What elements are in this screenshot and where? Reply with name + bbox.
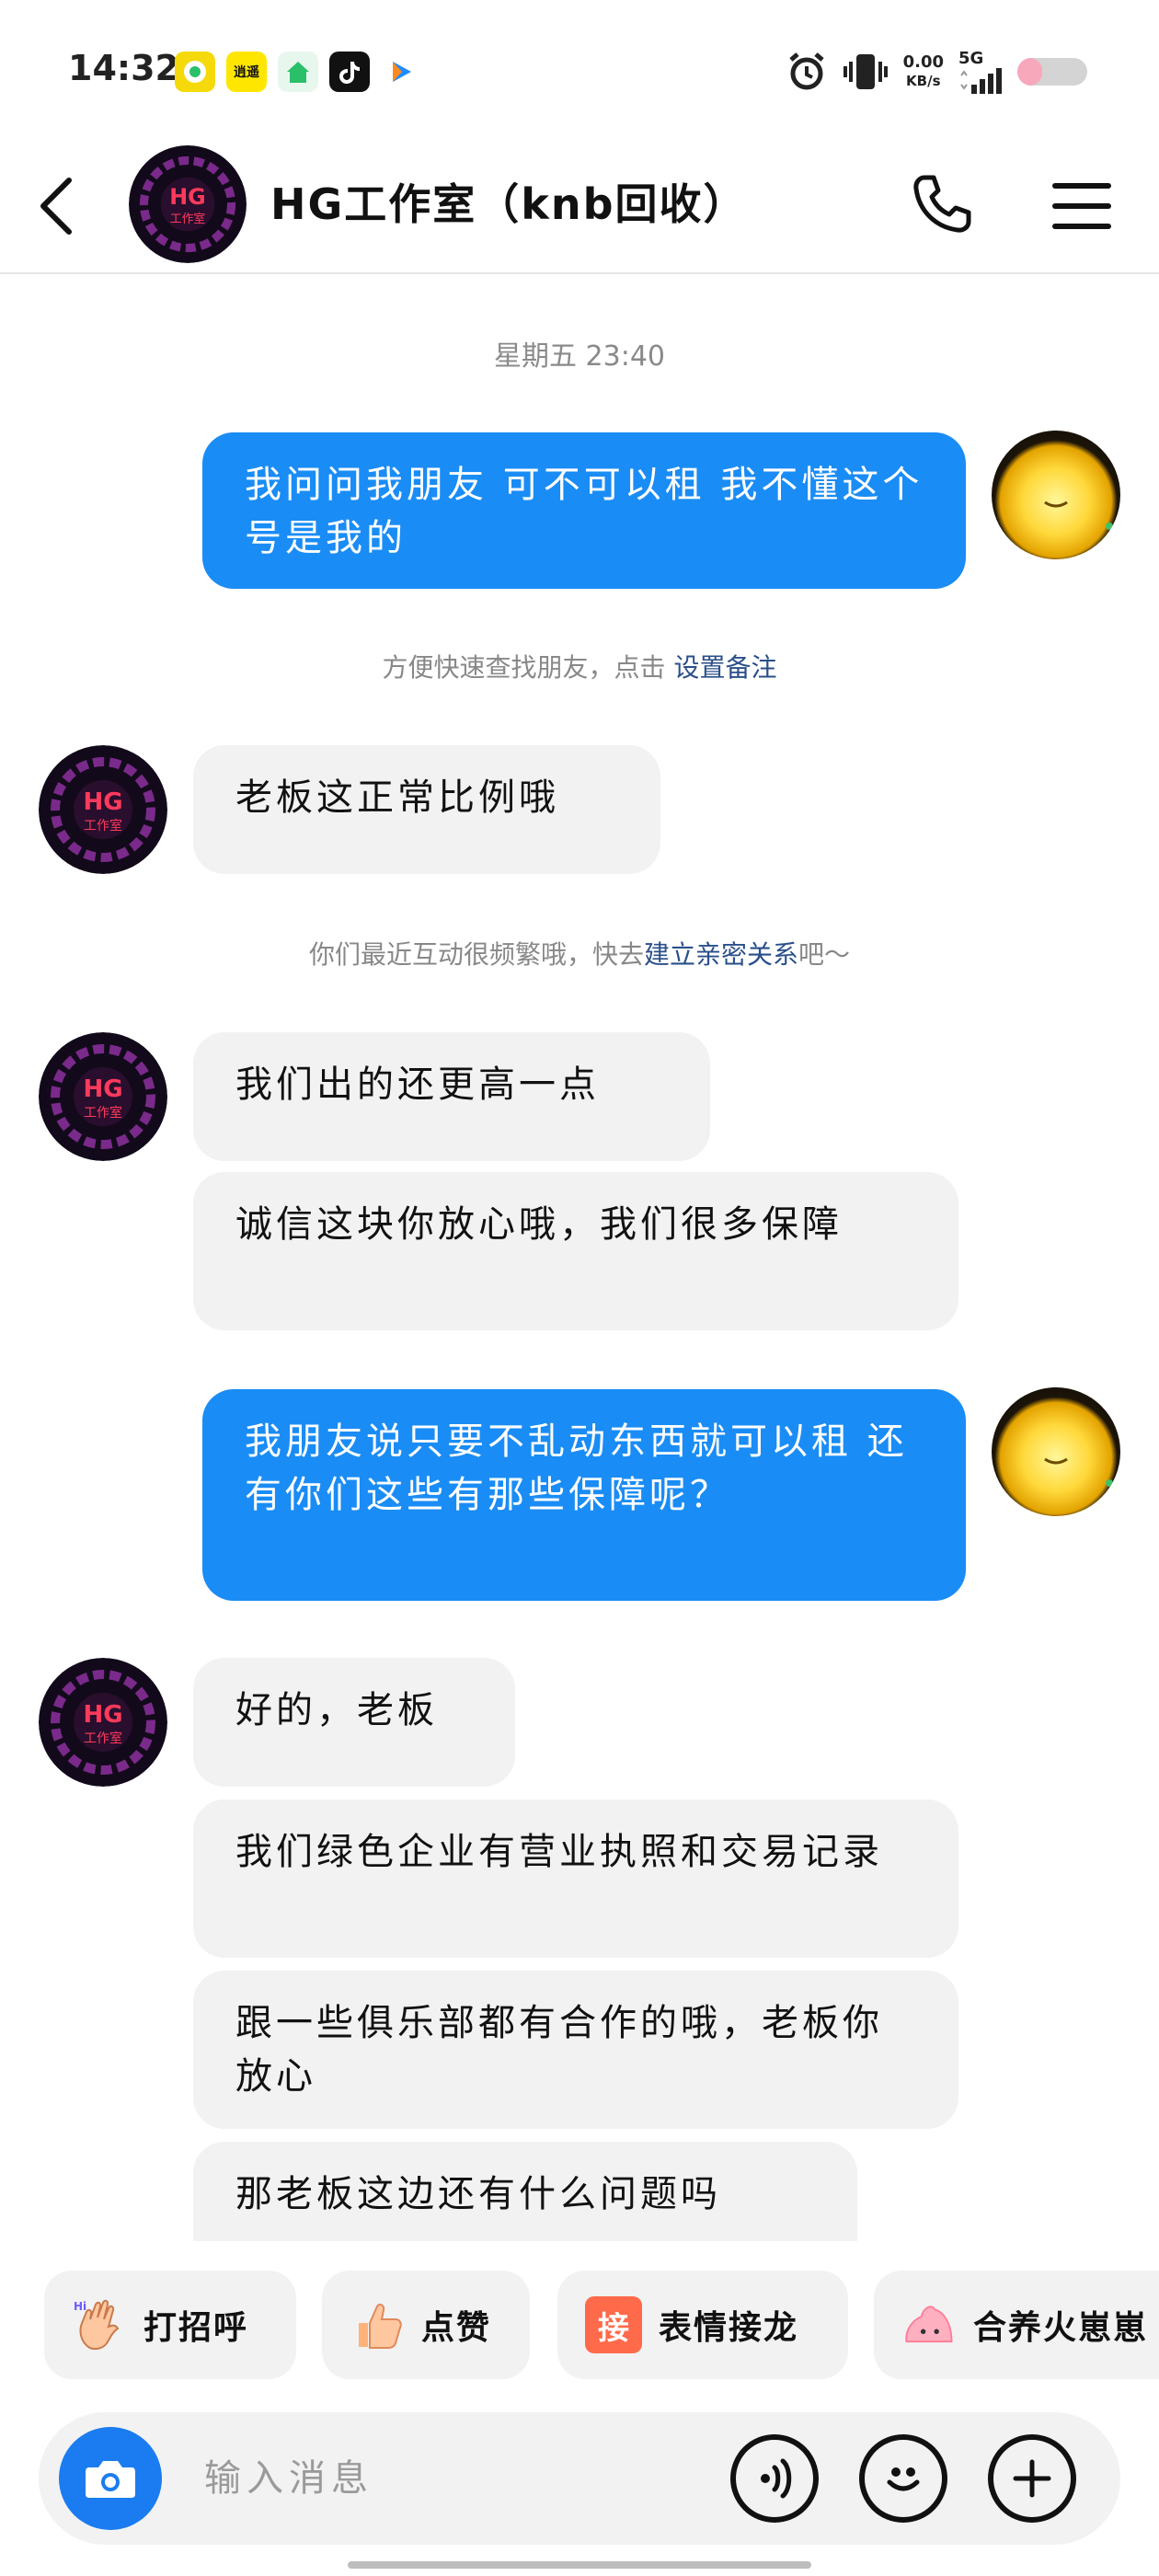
camera-icon [86, 2461, 135, 2498]
back-button[interactable] [24, 171, 88, 241]
contact-message-bubble[interactable]: 诚信这块你放心哦，我们很多保障 [193, 1172, 958, 1330]
quick-reply-fire-pet[interactable]: 合养火崽崽 [874, 2271, 1159, 2379]
quick-reply-label: 点赞 [421, 2308, 492, 2347]
quick-reply-label: 打招呼 [143, 2308, 249, 2347]
contact-avatar[interactable]: HG 工作室 [129, 145, 247, 263]
call-button[interactable] [903, 166, 981, 243]
battery-fill [1017, 58, 1042, 86]
my-avatar[interactable] [992, 1387, 1120, 1516]
svg-text:Hi: Hi [74, 2300, 86, 2313]
contact-message-avatar[interactable]: HG 工作室 [39, 1658, 167, 1787]
contact-message-bubble[interactable]: 那老板这边还有什么问题吗 [193, 2142, 857, 2241]
video-app-icon [381, 52, 421, 92]
svg-text:HG: HG [83, 1701, 122, 1729]
chevron-left-icon [40, 178, 72, 235]
camera-button[interactable] [59, 2427, 162, 2530]
home-indicator[interactable] [348, 2561, 811, 2569]
my-message-bubble[interactable]: 我朋友说只要不乱动东西就可以租 还有你们这些有那些保障呢？ [202, 1389, 966, 1601]
menu-line [1052, 183, 1111, 189]
quick-reply-label: 合养火崽崽 [973, 2308, 1149, 2347]
contact-message-bubble[interactable]: 老板这正常比例哦 [193, 745, 660, 874]
contact-name: HG工作室（knb回收） [270, 179, 748, 229]
emoji-button[interactable] [859, 2434, 947, 2523]
menu-line [1052, 224, 1111, 229]
svg-text:工作室: 工作室 [84, 1105, 122, 1121]
my-message-bubble[interactable]: 我问问我朋友 可不可以租 我不懂这个 号是我的 [202, 432, 966, 589]
quick-reply-like[interactable]: 点赞 [322, 2271, 530, 2379]
music-app-icon [175, 52, 215, 92]
contact-message-bubble[interactable]: 我们出的还更高一点 [193, 1032, 710, 1161]
smile-icon [887, 2467, 920, 2491]
wave-hand-icon: Hi [72, 2297, 127, 2352]
menu-button[interactable] [1045, 171, 1119, 241]
voice-icon [761, 2458, 792, 2499]
svg-text:HG: HG [169, 184, 205, 210]
status-time: 14:32 [68, 48, 179, 88]
message-timestamp: 星期五 23:40 [494, 340, 665, 373]
game-app-icon: 逍遥 [226, 52, 267, 92]
more-button[interactable] [988, 2434, 1076, 2523]
message-input-bar [39, 2412, 1120, 2545]
network-type: 5G [958, 49, 984, 68]
contact-message-bubble[interactable]: 好的，老板 [193, 1658, 515, 1787]
svg-text:工作室: 工作室 [84, 818, 122, 834]
contact-message-bubble[interactable]: 跟一些俱乐部都有合作的哦，老板你放心 [193, 1971, 958, 2129]
set-remark-link[interactable]: 设置备注 [673, 652, 776, 683]
battery-indicator [1017, 58, 1087, 86]
quick-reply-bar: Hi 打招呼 点赞 接 表情接龙 合养火崽崽 [0, 2245, 1159, 2392]
home-app-icon [278, 52, 318, 92]
plus-icon [1013, 2459, 1051, 2498]
quick-reply-emoji-chain[interactable]: 接 表情接龙 [557, 2271, 848, 2379]
contact-message-bubble[interactable]: 我们绿色企业有营业执照和交易记录 [193, 1800, 958, 1958]
quick-reply-greet[interactable]: Hi 打招呼 [44, 2271, 296, 2379]
status-app-icons: 逍遥 [175, 52, 421, 92]
thumbs-up-icon [350, 2297, 405, 2352]
svg-text:工作室: 工作室 [170, 212, 206, 226]
status-bar: 14:32 逍遥 0.00 KB/s 5G [0, 0, 1159, 138]
signal-icon [960, 68, 1002, 94]
chat-header: HG 工作室 HG工作室（knb回收） [0, 138, 1159, 274]
fire-pet-icon [901, 2297, 957, 2352]
build-relationship-link[interactable]: 建立亲密关系 [644, 939, 798, 970]
contact-message-avatar[interactable]: HG 工作室 [39, 745, 167, 874]
phone-icon [913, 175, 971, 233]
status-right: 0.00 KB/s 5G [786, 44, 1087, 99]
menu-line [1052, 203, 1111, 209]
tiktok-app-icon [329, 52, 370, 92]
emoji-chain-icon: 接 [585, 2296, 642, 2353]
my-avatar[interactable] [992, 431, 1120, 559]
intimacy-hint: 你们最近互动很频繁哦，快去建立亲密关系吧～ [308, 939, 851, 970]
svg-text:工作室: 工作室 [84, 1731, 122, 1746]
quick-reply-label: 表情接龙 [659, 2308, 799, 2347]
remark-hint: 方便快速查找朋友，点击 设置备注 [382, 652, 777, 683]
svg-text:HG: HG [83, 788, 122, 816]
voice-button[interactable] [730, 2434, 819, 2523]
network-speed: 0.00 KB/s [902, 52, 944, 90]
alarm-icon [788, 52, 824, 90]
contact-message-avatar[interactable]: HG 工作室 [39, 1032, 167, 1161]
svg-text:HG: HG [83, 1075, 122, 1103]
vibrate-icon [843, 54, 888, 89]
chat-area[interactable]: 星期五 23:40 我问问我朋友 可不可以租 我不懂这个 号是我的 方便快速查找… [0, 276, 1159, 2241]
signal-group: 5G [958, 50, 1003, 94]
message-input[interactable] [204, 2445, 719, 2512]
